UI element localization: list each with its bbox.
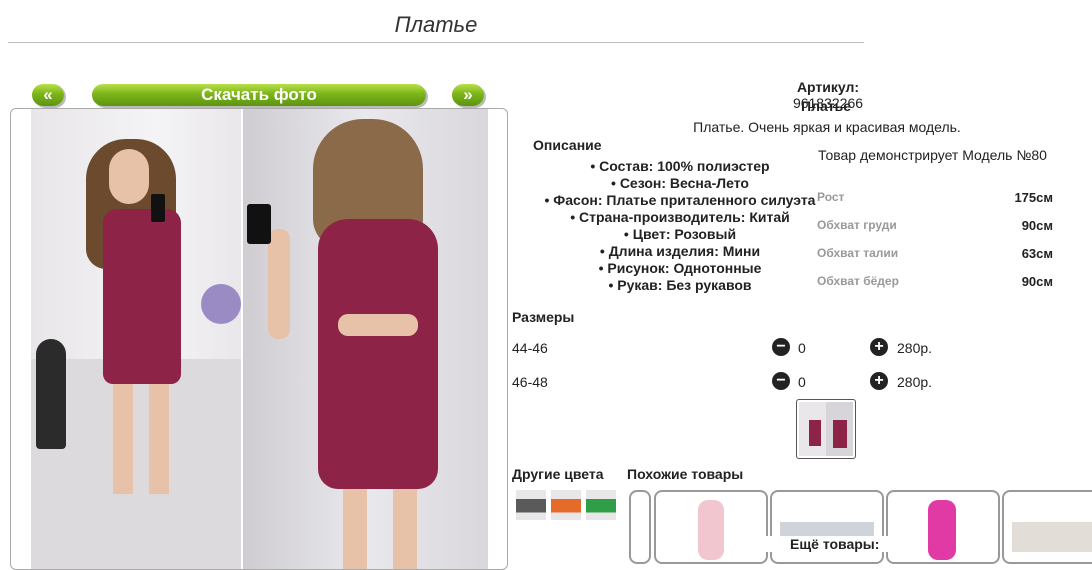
download-photo-button[interactable]: Скачать фото	[92, 84, 426, 106]
property-item: • Рисунок: Однотонные	[598, 260, 762, 276]
increase-quantity-button[interactable]: +	[870, 372, 888, 390]
similar-product-card[interactable]	[1002, 490, 1092, 564]
properties-list: • Состав: 100% полиэстер • Сезон: Весна-…	[530, 158, 830, 294]
size-label: 44-46	[512, 340, 548, 356]
measurement-value: 90см	[1021, 274, 1053, 289]
photo-frame	[10, 108, 508, 570]
measurement-row: Обхват талии 63см	[817, 246, 1053, 264]
property-item: • Длина изделия: Мини	[599, 243, 761, 259]
product-short-description: Платье. Очень яркая и красивая модель.	[693, 119, 961, 135]
decrease-quantity-button[interactable]: −	[772, 372, 790, 390]
measurement-value: 63см	[1021, 246, 1053, 261]
measurement-row: Обхват бёдер 90см	[817, 274, 1053, 292]
decrease-quantity-button[interactable]: −	[772, 338, 790, 356]
sizes-title: Размеры	[512, 309, 575, 325]
product-name: Платье	[801, 98, 851, 114]
measurement-label: Обхват талии	[817, 246, 899, 260]
product-photo-front[interactable]	[31, 109, 241, 569]
similar-products-title: Похожие товары	[627, 466, 744, 482]
page-title: Платье	[8, 8, 864, 43]
property-item: • Цвет: Розовый	[623, 226, 737, 242]
property-item: • Фасон: Платье приталенного силуэта	[544, 192, 816, 208]
product-thumbnail[interactable]	[796, 399, 856, 459]
measurement-row: Рост 175см	[817, 190, 1053, 208]
prev-photo-button[interactable]: «	[32, 84, 64, 106]
next-photo-button[interactable]: »	[452, 84, 484, 106]
color-variant-thumb[interactable]	[551, 490, 581, 520]
property-item: • Состав: 100% полиэстер	[590, 158, 770, 174]
color-variant-thumb[interactable]	[516, 490, 546, 520]
description-title: Описание	[533, 137, 602, 153]
price: 280р.	[897, 374, 933, 390]
more-products-title: Ещё товары:	[760, 536, 910, 552]
model-title: Товар демонстрирует Модель №80	[818, 147, 1047, 163]
measurement-value: 175см	[1014, 190, 1053, 205]
size-row: 46-48 − 0 + 280р.	[512, 372, 952, 392]
similar-product-card[interactable]	[886, 490, 1000, 564]
quantity-value: 0	[798, 340, 806, 356]
measurement-label: Обхват груди	[817, 218, 897, 232]
quantity-value: 0	[798, 374, 806, 390]
measurement-label: Обхват бёдер	[817, 274, 899, 288]
property-item: • Сезон: Весна-Лето	[611, 175, 749, 191]
similar-product-card[interactable]	[629, 490, 651, 564]
property-item: • Рукав: Без рукавов	[608, 277, 752, 293]
article-label: Артикул:	[796, 79, 860, 95]
size-label: 46-48	[512, 374, 548, 390]
property-item: • Страна-производитель: Китай	[570, 209, 790, 225]
measurement-label: Рост	[817, 190, 845, 204]
product-photo-back[interactable]	[243, 109, 488, 569]
color-variant-thumb[interactable]	[586, 490, 616, 520]
other-colors-title: Другие цвета	[512, 466, 604, 482]
similar-product-card[interactable]	[770, 490, 884, 564]
increase-quantity-button[interactable]: +	[870, 338, 888, 356]
price: 280р.	[897, 340, 933, 356]
measurement-value: 90см	[1021, 218, 1053, 233]
similar-product-card[interactable]	[654, 490, 768, 564]
size-row: 44-46 − 0 + 280р.	[512, 338, 952, 358]
measurement-row: Обхват груди 90см	[817, 218, 1053, 236]
